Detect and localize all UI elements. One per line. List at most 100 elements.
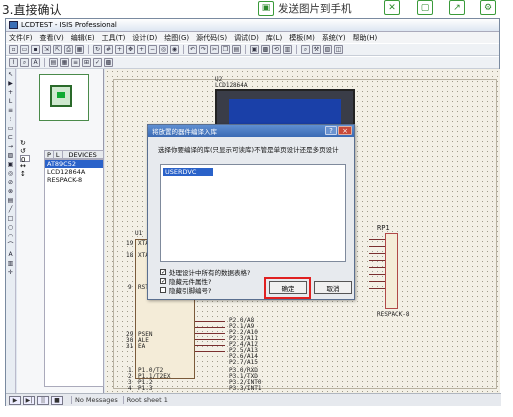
zoom-in-icon[interactable]: + xyxy=(137,45,146,54)
pin-icon[interactable]: → xyxy=(7,143,15,151)
menu-template[interactable]: 模板(M) xyxy=(289,33,315,43)
grid-icon[interactable]: # xyxy=(104,45,113,54)
option-hide-pin-numbers[interactable]: 隐藏引脚编号? xyxy=(160,285,211,295)
label-icon[interactable]: L xyxy=(7,98,15,106)
library-item[interactable]: USERDVC xyxy=(163,168,213,176)
library-button[interactable]: L xyxy=(54,150,63,159)
checkbox-checked[interactable]: ✓ xyxy=(160,278,166,285)
export-icon[interactable]: ⇱ xyxy=(53,45,62,54)
block-move-icon[interactable]: ▩ xyxy=(261,45,270,54)
device-item[interactable]: RESPACK-8 xyxy=(45,176,103,184)
origin-icon[interactable]: + xyxy=(115,45,124,54)
paste-icon[interactable]: ▤ xyxy=(232,45,241,54)
erc-icon[interactable]: ✓ xyxy=(93,58,102,67)
help-button[interactable]: ? xyxy=(325,126,337,135)
stop-button[interactable]: ■ xyxy=(51,395,63,405)
make-device-icon[interactable]: ⚒ xyxy=(312,45,321,54)
mirror-h-icon[interactable]: ↔ xyxy=(20,162,30,170)
menu-library[interactable]: 库(L) xyxy=(266,33,282,43)
generator-icon[interactable]: ◎ xyxy=(7,170,15,178)
menu-file[interactable]: 文件(F) xyxy=(9,33,33,43)
settings-icon[interactable]: ⚙ xyxy=(480,0,496,15)
text-script-icon[interactable]: ≡ xyxy=(7,107,15,115)
rotate-cw-icon[interactable]: ↻ xyxy=(20,139,30,147)
menu-system[interactable]: 系统(Y) xyxy=(322,33,346,43)
path-icon[interactable]: ⌒ xyxy=(7,242,15,250)
menu-edit[interactable]: 编辑(E) xyxy=(71,33,95,43)
instrument-icon[interactable]: ▤ xyxy=(7,197,15,205)
angle-field[interactable]: 0 xyxy=(20,155,30,164)
line-icon[interactable]: ╱ xyxy=(7,206,15,214)
graph-icon[interactable]: ▨ xyxy=(7,152,15,160)
checkbox-unchecked[interactable] xyxy=(160,287,166,293)
property-icon[interactable]: A xyxy=(31,58,40,67)
save-icon[interactable]: ▢ xyxy=(417,0,433,15)
menu-view[interactable]: 查看(V) xyxy=(40,33,64,43)
menu-graph[interactable]: 绘图(G) xyxy=(164,33,189,43)
subcircuit-icon[interactable]: ▦ xyxy=(60,58,69,67)
wire-icon[interactable]: ⌇ xyxy=(9,58,18,67)
block-rotate-icon[interactable]: ⟲ xyxy=(272,45,281,54)
undo-icon[interactable]: ↶ xyxy=(188,45,197,54)
area-icon[interactable]: ▦ xyxy=(75,45,84,54)
messages-status[interactable]: No Messages xyxy=(71,396,121,404)
text-icon[interactable]: A xyxy=(7,251,15,259)
cut-icon[interactable]: ✂ xyxy=(210,45,219,54)
ok-button[interactable]: 确定 xyxy=(269,281,307,294)
search-tag-icon[interactable]: ⌕ xyxy=(20,58,29,67)
ares-icon[interactable]: ▩ xyxy=(104,58,113,67)
bus-icon[interactable]: ⫶ xyxy=(7,116,15,124)
rotate-ccw-icon[interactable]: ↺ xyxy=(20,147,30,155)
select-icon[interactable]: ↖ xyxy=(7,71,15,79)
mirror-v-icon[interactable]: ↕ xyxy=(20,170,30,178)
device-item[interactable]: LCD12864A xyxy=(45,168,103,176)
pick-device-icon[interactable]: ⌕ xyxy=(301,45,310,54)
menu-design[interactable]: 设计(D) xyxy=(132,33,157,43)
zoom-area-icon[interactable]: ◉ xyxy=(170,45,179,54)
zoom-all-icon[interactable]: ◎ xyxy=(159,45,168,54)
menu-tools[interactable]: 工具(T) xyxy=(102,33,126,43)
save-file-icon[interactable]: ▪ xyxy=(31,45,40,54)
step-button[interactable]: ▶| xyxy=(23,395,35,405)
share-icon[interactable]: ↗ xyxy=(449,0,465,15)
menu-debug[interactable]: 调试(D) xyxy=(234,33,259,43)
block-delete-icon[interactable]: ▥ xyxy=(283,45,292,54)
print-icon[interactable]: ⎙ xyxy=(64,45,73,54)
import-icon[interactable]: ⇲ xyxy=(42,45,51,54)
netlist-icon[interactable]: ⊞ xyxy=(82,58,91,67)
terminal-icon[interactable]: ⊏ xyxy=(7,134,15,142)
open-icon[interactable]: ▭ xyxy=(20,45,29,54)
checkbox-checked[interactable]: ✓ xyxy=(160,269,166,276)
copy-icon[interactable]: ❐ xyxy=(221,45,230,54)
zoom-out-icon[interactable]: − xyxy=(148,45,157,54)
marker-icon[interactable]: ✛ xyxy=(7,269,15,277)
sheet-icon[interactable]: ▤ xyxy=(49,58,58,67)
pause-button[interactable]: || xyxy=(37,395,49,405)
play-button[interactable]: ▶ xyxy=(9,395,21,405)
new-icon[interactable]: ▫ xyxy=(9,45,18,54)
send-to-phone-button[interactable]: ▣ 发送图片到手机 xyxy=(258,0,352,16)
refresh-icon[interactable]: ↻ xyxy=(93,45,102,54)
box-icon[interactable]: □ xyxy=(7,215,15,223)
pack-icon[interactable]: ▧ xyxy=(323,45,332,54)
menu-help[interactable]: 帮助(H) xyxy=(353,33,378,43)
symbol-icon[interactable]: ▥ xyxy=(7,260,15,268)
current-probe-icon[interactable]: ⊗ xyxy=(7,188,15,196)
tape-icon[interactable]: ▣ xyxy=(7,161,15,169)
menu-source[interactable]: 源代码(S) xyxy=(196,33,227,43)
voltage-probe-icon[interactable]: ⊘ xyxy=(7,179,15,187)
pan-icon[interactable]: ✥ xyxy=(126,45,135,54)
component-icon[interactable]: ▶ xyxy=(7,80,15,88)
redo-icon[interactable]: ↷ xyxy=(199,45,208,54)
device-item[interactable]: AT89C52 xyxy=(45,160,103,168)
fullscreen-icon[interactable]: ✕ xyxy=(384,0,400,15)
bom-icon[interactable]: ≡ xyxy=(71,58,80,67)
subcircuit-mode-icon[interactable]: ▭ xyxy=(7,125,15,133)
junction-icon[interactable]: + xyxy=(7,89,15,97)
overview-window[interactable] xyxy=(39,74,89,121)
circle-icon[interactable]: ○ xyxy=(7,224,15,232)
decompose-icon[interactable]: ◫ xyxy=(334,45,343,54)
pick-button[interactable]: P xyxy=(45,150,54,159)
close-button[interactable]: × xyxy=(338,126,352,135)
respack-component[interactable] xyxy=(385,233,398,309)
